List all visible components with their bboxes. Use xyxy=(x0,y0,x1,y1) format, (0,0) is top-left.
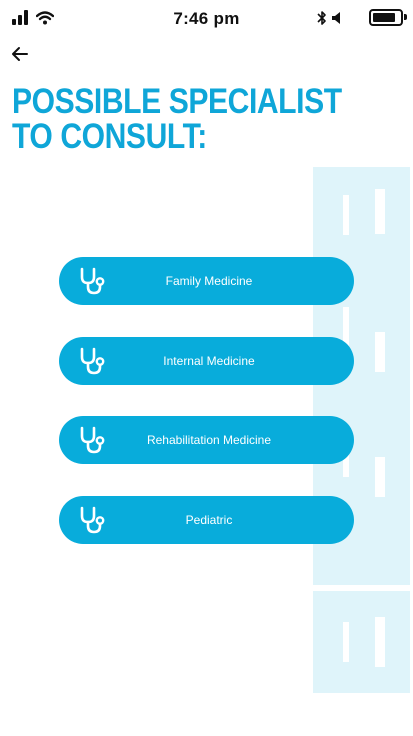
stethoscope-icon xyxy=(80,506,105,534)
page-title-line-2: TO CONSULT: xyxy=(12,117,207,156)
specialist-label: Rehabilitation Medicine xyxy=(146,433,272,447)
internal-medicine-button[interactable]: Internal Medicine xyxy=(59,337,354,385)
pediatric-button[interactable]: Pediatric xyxy=(59,496,354,544)
page-title-line-1: POSSIBLE SPECIALIST xyxy=(12,82,342,121)
specialist-label: Pediatric xyxy=(185,513,233,527)
battery-icon xyxy=(369,9,407,26)
battery-level xyxy=(373,13,396,22)
mute-icon xyxy=(332,11,340,24)
page-title: POSSIBLE SPECIALIST TO CONSULT: xyxy=(12,82,342,156)
specialist-label: Family Medicine xyxy=(165,274,253,288)
status-right xyxy=(317,9,407,26)
stethoscope-icon xyxy=(80,426,105,454)
back-arrow-icon xyxy=(12,47,28,61)
family-medicine-button[interactable]: Family Medicine xyxy=(59,257,354,305)
stethoscope-icon xyxy=(80,347,105,375)
status-bar: 7:46 pm xyxy=(0,0,413,36)
bluetooth-icon xyxy=(317,10,326,25)
rehabilitation-medicine-button[interactable]: Rehabilitation Medicine xyxy=(59,416,354,464)
stethoscope-icon xyxy=(80,267,105,295)
specialist-label: Internal Medicine xyxy=(163,354,255,368)
back-button[interactable] xyxy=(8,42,32,66)
